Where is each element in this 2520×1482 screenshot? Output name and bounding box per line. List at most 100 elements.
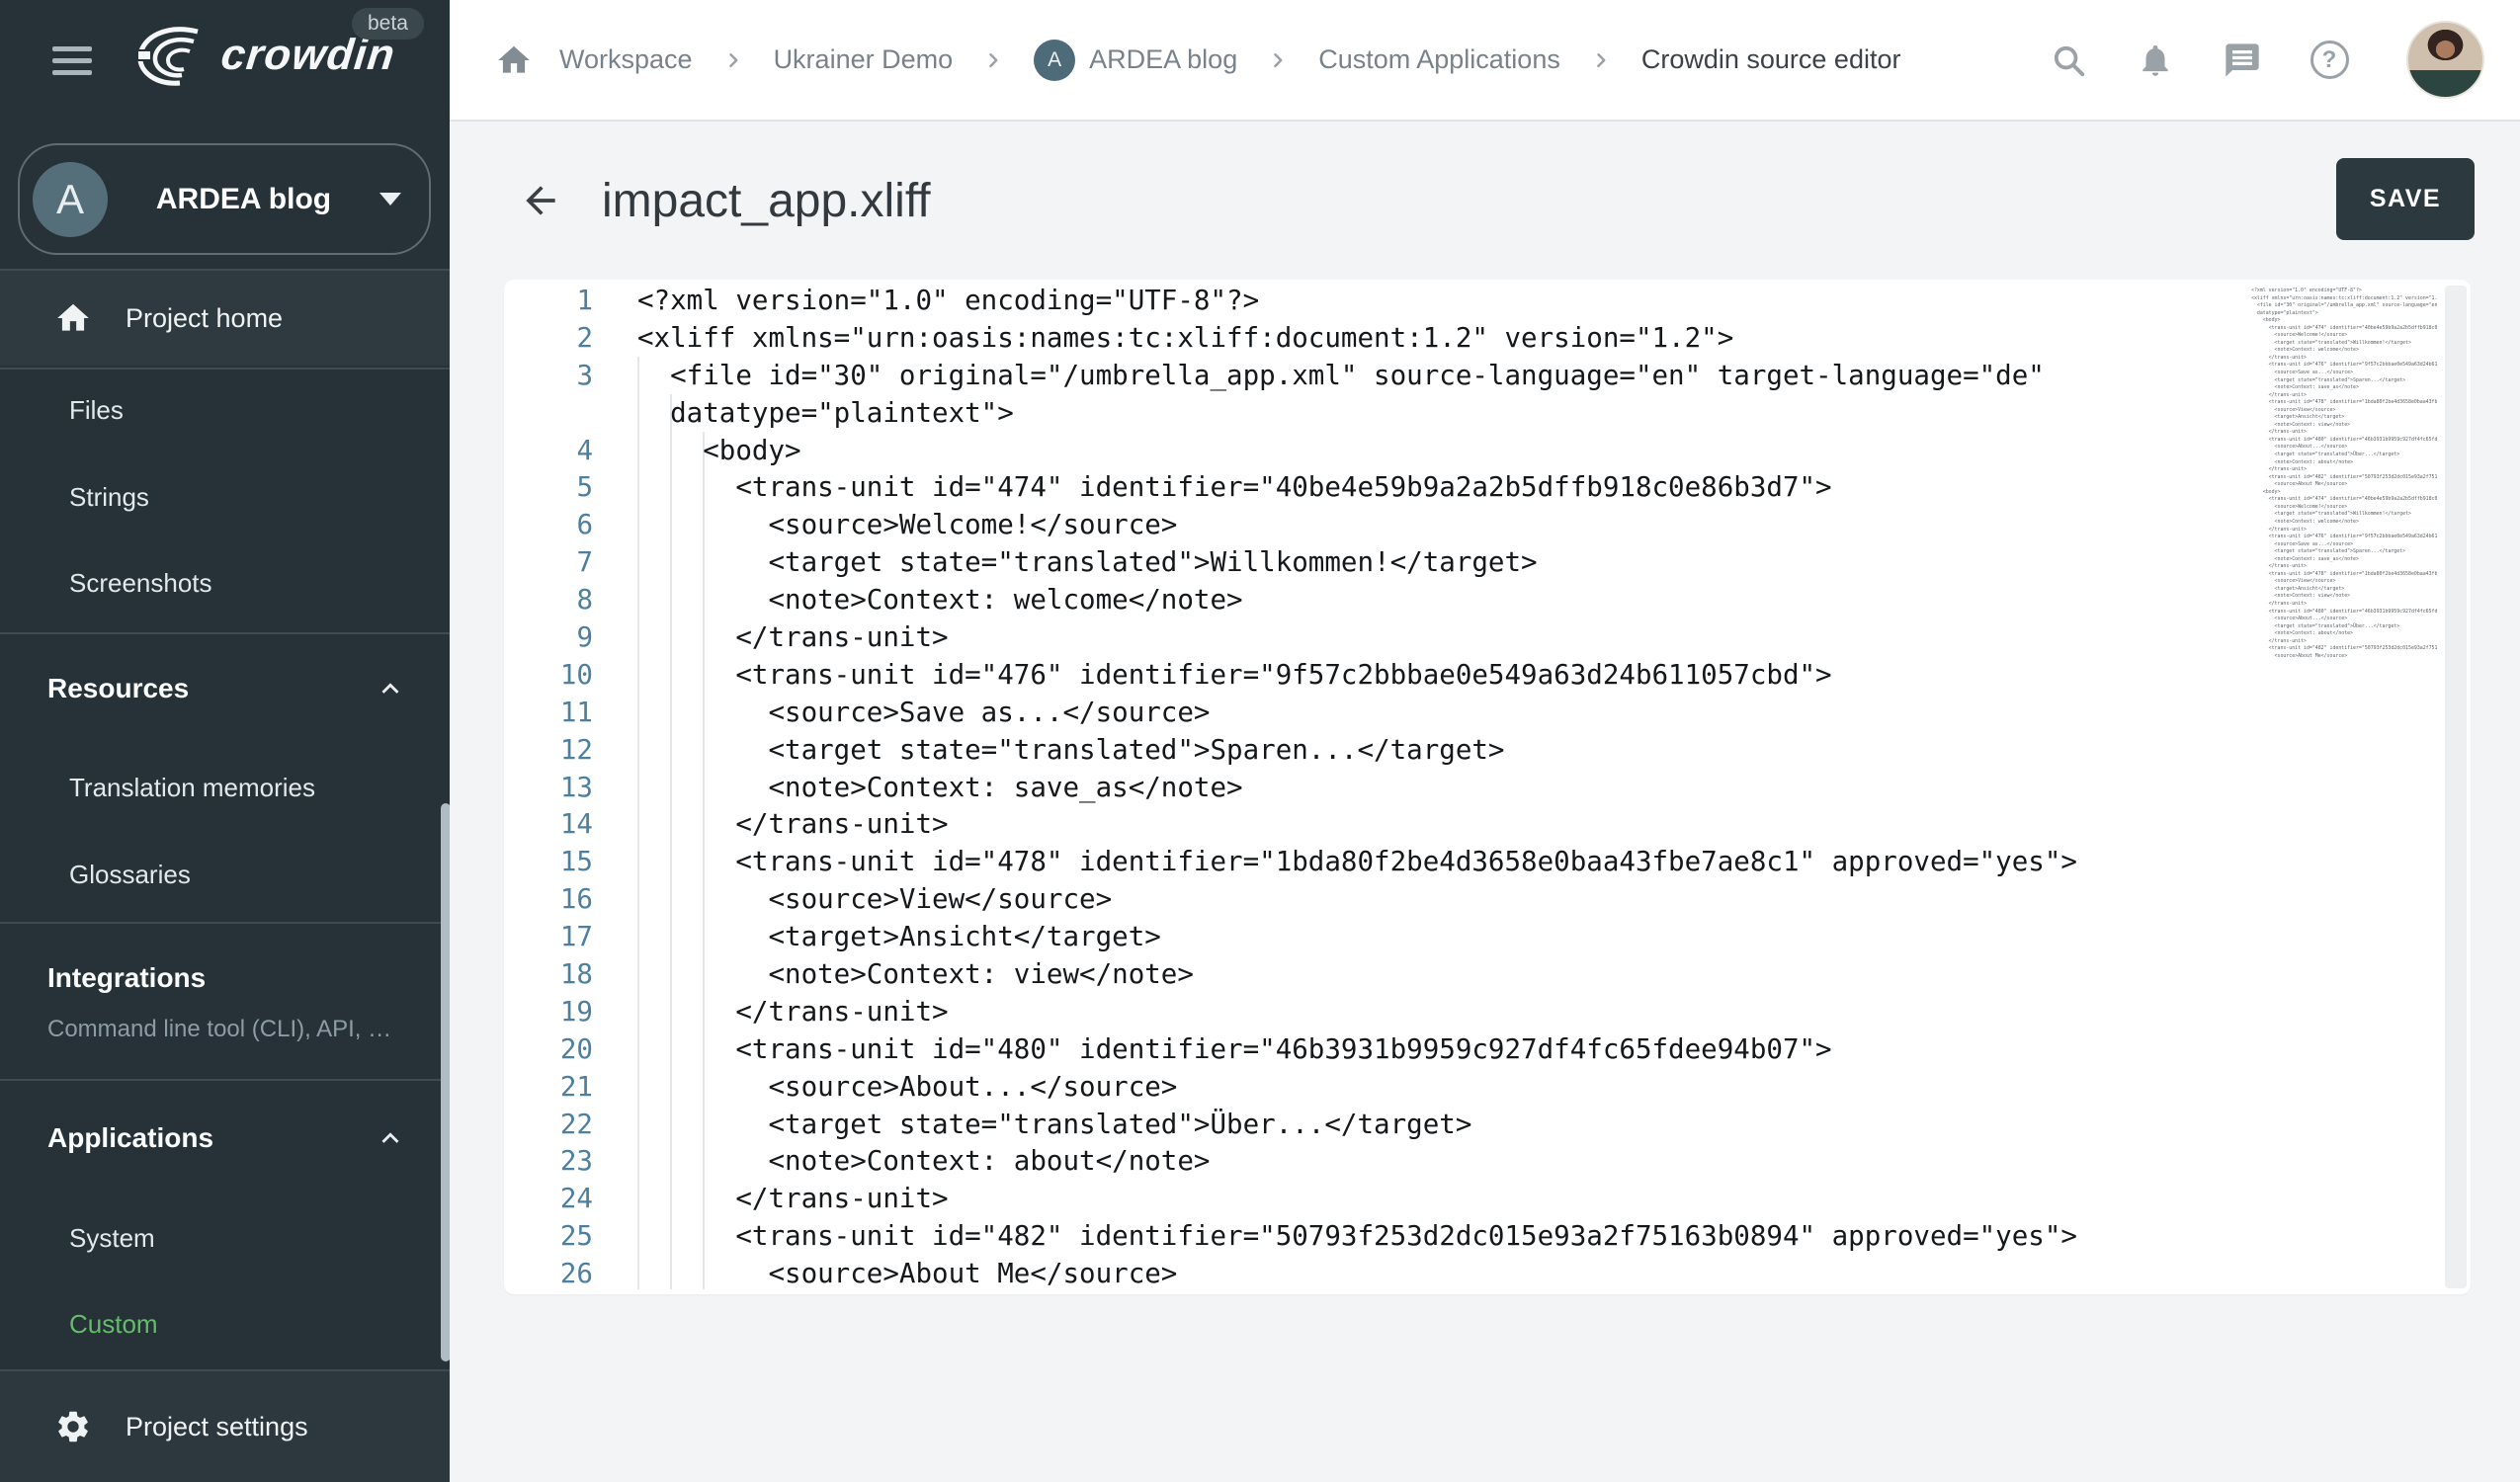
code-text: </trans-unit>: [637, 621, 949, 653]
line-number: 6: [504, 507, 593, 544]
breadcrumb-ukrainer-demo[interactable]: Ukrainer Demo: [774, 44, 954, 75]
editor-scrollbar[interactable]: [2445, 286, 2467, 1288]
code-line[interactable]: 11 <source>Save as...</source>: [504, 695, 2471, 732]
chevron-up-icon[interactable]: [374, 1121, 407, 1155]
code-line[interactable]: 16 <source>View</source>: [504, 881, 2471, 919]
line-number: 22: [504, 1107, 593, 1144]
code-line[interactable]: 21 <source>About...</source>: [504, 1069, 2471, 1107]
sidebar-item-strings[interactable]: Strings: [69, 467, 149, 527]
sidebar-item-glossaries[interactable]: Glossaries: [69, 845, 191, 904]
code-line[interactable]: 23 <note>Context: about</note>: [504, 1143, 2471, 1181]
code-line[interactable]: 24 </trans-unit>: [504, 1181, 2471, 1218]
line-number: 15: [504, 844, 593, 881]
user-avatar[interactable]: [2406, 21, 2484, 99]
line-number: 7: [504, 544, 593, 582]
code-line[interactable]: 25 <trans-unit id="482" identifier="5079…: [504, 1218, 2471, 1256]
breadcrumb-custom-applications[interactable]: Custom Applications: [1318, 44, 1560, 75]
top-bar: Workspace Ukrainer Demo A ARDEA blog Cus…: [450, 0, 2520, 122]
code-line[interactable]: 26 <source>About Me</source>: [504, 1256, 2471, 1293]
back-arrow-icon[interactable]: [519, 179, 562, 222]
code-text: <file id="30" original="/umbrella_app.xm…: [637, 360, 2045, 391]
code-line[interactable]: 10 <trans-unit id="476" identifier="9f57…: [504, 657, 2471, 695]
code-text: <trans-unit id="474" identifier="40be4e5…: [637, 471, 1832, 503]
code-line[interactable]: 18 <note>Context: view</note>: [504, 956, 2471, 994]
line-number: 24: [504, 1181, 593, 1218]
breadcrumb-ardea-blog[interactable]: A ARDEA blog: [1034, 40, 1237, 81]
sidebar-section-resources[interactable]: Resources: [47, 659, 189, 718]
project-selector[interactable]: A ARDEA blog: [18, 143, 431, 255]
sidebar-item-custom[interactable]: Custom: [69, 1294, 158, 1354]
workspace-home-icon[interactable]: [494, 41, 534, 80]
code-line[interactable]: 4 <body>: [504, 433, 2471, 470]
code-line[interactable]: 19 </trans-unit>: [504, 994, 2471, 1031]
code-text: <note>Context: view</note>: [637, 958, 1194, 990]
chevron-up-icon[interactable]: [374, 672, 407, 705]
help-icon[interactable]: ?: [2310, 41, 2349, 80]
sidebar-item-screenshots[interactable]: Screenshots: [69, 553, 212, 613]
project-selector-name: ARDEA blog: [108, 183, 379, 216]
code-lines: 1<?xml version="1.0" encoding="UTF-8"?>2…: [504, 283, 2471, 1293]
line-number: 1: [504, 283, 593, 320]
sidebar-section-applications[interactable]: Applications: [47, 1109, 213, 1168]
code-line[interactable]: 20 <trans-unit id="480" identifier="46b3…: [504, 1031, 2471, 1069]
main-content: impact_app.xliff SAVE 1<?xml version="1.…: [450, 122, 2520, 1482]
project-avatar-small: A: [1034, 40, 1075, 81]
code-text: <target>Ansicht</target>: [637, 921, 1161, 952]
breadcrumb-project-label: ARDEA blog: [1089, 44, 1237, 75]
code-line[interactable]: 9 </trans-unit>: [504, 619, 2471, 657]
hamburger-menu-icon[interactable]: [52, 46, 92, 76]
line-number: 8: [504, 582, 593, 619]
sidebar-item-label: Project settings: [126, 1412, 308, 1442]
code-text: </trans-unit>: [637, 1183, 949, 1214]
code-line[interactable]: 14 </trans-unit>: [504, 806, 2471, 844]
chevron-right-icon: [1586, 45, 1616, 75]
save-button[interactable]: SAVE: [2336, 158, 2475, 240]
code-text: <source>View</source>: [637, 883, 1112, 915]
line-number: 16: [504, 881, 593, 919]
line-number: 20: [504, 1031, 593, 1069]
sidebar-item-files[interactable]: Files: [69, 380, 124, 440]
code-line[interactable]: 1<?xml version="1.0" encoding="UTF-8"?>: [504, 283, 2471, 320]
chat-icon[interactable]: [2223, 41, 2262, 80]
line-number: 10: [504, 657, 593, 695]
code-text: <note>Context: welcome</note>: [637, 584, 1243, 616]
code-line[interactable]: 7 <target state="translated">Willkommen!…: [504, 544, 2471, 582]
gear-icon: [54, 1408, 94, 1445]
chevron-down-icon: [379, 193, 401, 206]
breadcrumb-workspace[interactable]: Workspace: [559, 44, 693, 75]
code-line[interactable]: 2<xliff xmlns="urn:oasis:names:tc:xliff:…: [504, 320, 2471, 358]
sidebar: crowdin beta A ARDEA blog Project home F…: [0, 0, 450, 1482]
code-text: <source>About Me</source>: [637, 1258, 1177, 1289]
minimap[interactable]: <?xml version="1.0" encoding="UTF-8"?> <…: [2251, 288, 2437, 712]
code-line[interactable]: 3 <file id="30" original="/umbrella_app.…: [504, 358, 2471, 395]
code-line[interactable]: 8 <note>Context: welcome</note>: [504, 582, 2471, 619]
code-text: </trans-unit>: [637, 996, 949, 1028]
sidebar-section-integrations[interactable]: Integrations: [47, 948, 206, 1008]
code-line[interactable]: datatype="plaintext">: [504, 395, 2471, 433]
sidebar-item-project-home[interactable]: Project home: [0, 271, 450, 366]
divider: [0, 368, 450, 370]
code-line[interactable]: 5 <trans-unit id="474" identifier="40be4…: [504, 469, 2471, 507]
code-editor[interactable]: 1<?xml version="1.0" encoding="UTF-8"?>2…: [504, 280, 2471, 1294]
notifications-bell-icon[interactable]: [2136, 41, 2175, 80]
line-number: 18: [504, 956, 593, 994]
sidebar-item-system[interactable]: System: [69, 1208, 155, 1268]
page-title: impact_app.xliff: [602, 174, 931, 228]
code-text: <note>Context: about</note>: [637, 1145, 1210, 1177]
code-text: <trans-unit id="482" identifier="50793f2…: [637, 1220, 2077, 1252]
code-line[interactable]: 15 <trans-unit id="478" identifier="1bda…: [504, 844, 2471, 881]
line-number: 14: [504, 806, 593, 844]
line-number: 4: [504, 433, 593, 470]
sidebar-item-project-settings[interactable]: Project settings: [0, 1371, 450, 1482]
sidebar-item-translation-memories[interactable]: Translation memories: [69, 758, 315, 817]
line-number: 17: [504, 919, 593, 956]
chevron-right-icon: [978, 45, 1008, 75]
line-number: 11: [504, 695, 593, 732]
code-line[interactable]: 13 <note>Context: save_as</note>: [504, 770, 2471, 807]
search-icon[interactable]: [2049, 41, 2088, 80]
code-line[interactable]: 17 <target>Ansicht</target>: [504, 919, 2471, 956]
code-line[interactable]: 22 <target state="translated">Über...</t…: [504, 1107, 2471, 1144]
code-text: <source>Welcome!</source>: [637, 509, 1177, 540]
code-line[interactable]: 6 <source>Welcome!</source>: [504, 507, 2471, 544]
code-line[interactable]: 12 <target state="translated">Sparen...<…: [504, 732, 2471, 770]
